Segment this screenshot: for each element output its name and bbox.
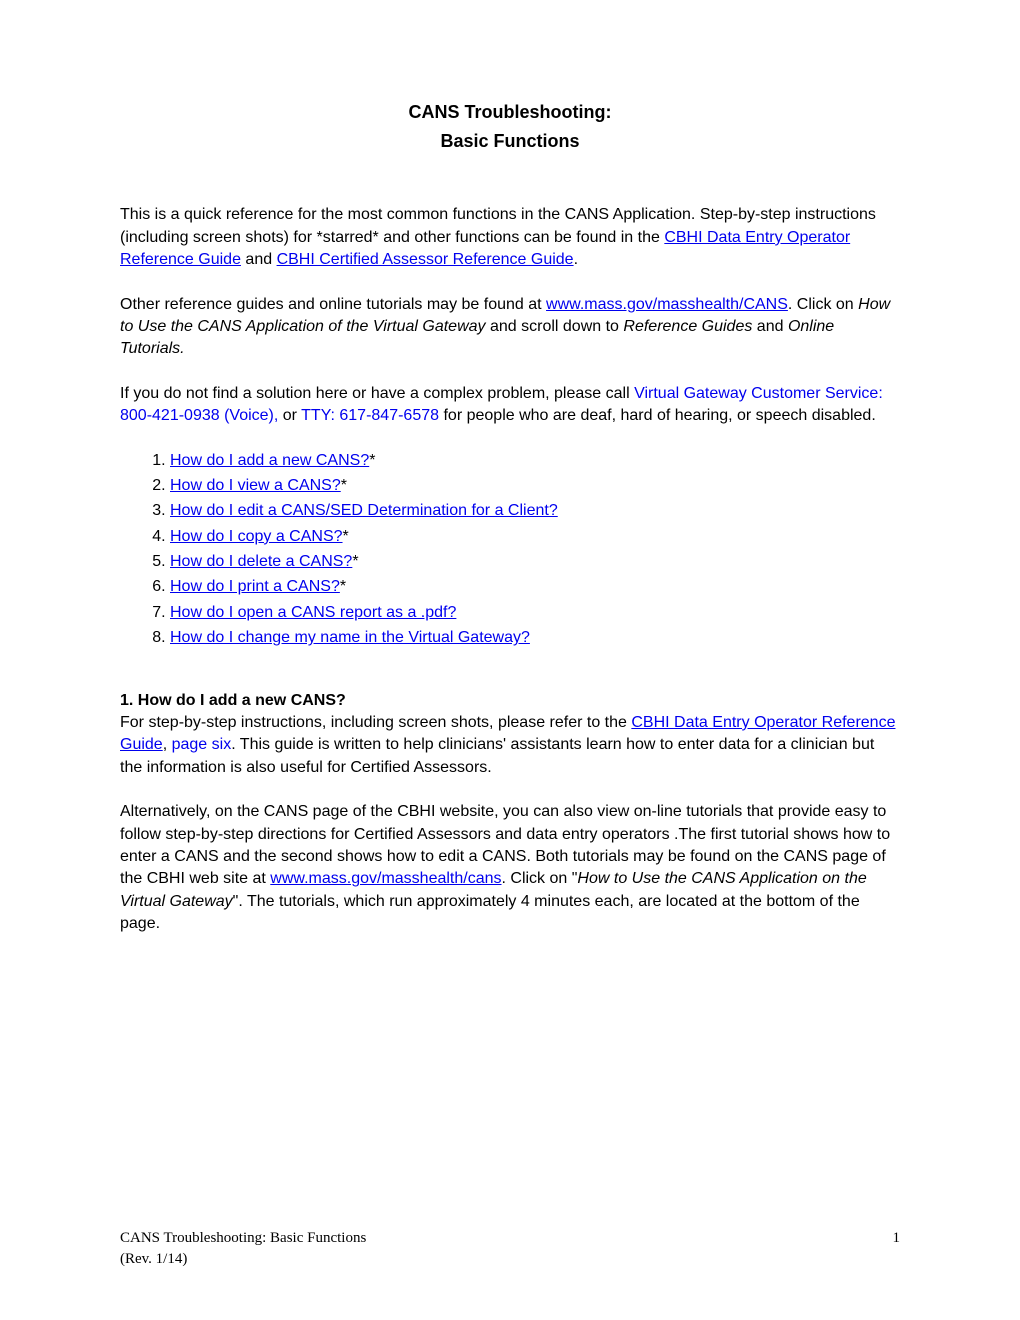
section-text: . Click on " bbox=[502, 870, 578, 887]
tty-phone: TTY: 617-847-6578 bbox=[301, 407, 439, 424]
toc-item: How do I print a CANS?* bbox=[170, 576, 900, 598]
document-title-line2: Basic Functions bbox=[120, 129, 900, 154]
toc-suffix: * bbox=[341, 477, 347, 494]
toc-item: How do I add a new CANS?* bbox=[170, 450, 900, 472]
intro-text: and scroll down to bbox=[486, 318, 624, 335]
table-of-contents: How do I add a new CANS?* How do I view … bbox=[150, 450, 900, 650]
toc-link-edit-cans-sed[interactable]: How do I edit a CANS/SED Determination f… bbox=[170, 502, 558, 519]
document-page: CANS Troubleshooting: Basic Functions Th… bbox=[0, 0, 1020, 1320]
toc-suffix: * bbox=[352, 553, 358, 570]
toc-suffix: * bbox=[369, 452, 375, 469]
toc-link-delete-cans[interactable]: How do I delete a CANS? bbox=[170, 553, 352, 570]
section-text: . This guide is written to help clinicia… bbox=[120, 736, 874, 775]
toc-link-add-cans[interactable]: How do I add a new CANS? bbox=[170, 452, 369, 469]
toc-item: How do I edit a CANS/SED Determination f… bbox=[170, 500, 900, 522]
section-text: , bbox=[163, 736, 172, 753]
intro-text: If you do not find a solution here or ha… bbox=[120, 385, 634, 402]
toc-link-view-cans[interactable]: How do I view a CANS? bbox=[170, 477, 341, 494]
section-1-heading: 1. How do I add a new CANS? bbox=[120, 690, 900, 712]
footer-left: CANS Troubleshooting: Basic Functions (R… bbox=[120, 1228, 870, 1270]
toc-link-copy-cans[interactable]: How do I copy a CANS? bbox=[170, 528, 343, 545]
intro-text: . bbox=[574, 251, 578, 268]
cbhi-certified-assessor-guide-link[interactable]: CBHI Certified Assessor Reference Guide bbox=[277, 251, 574, 268]
toc-item: How do I view a CANS?* bbox=[170, 475, 900, 497]
toc-item: How do I open a CANS report as a .pdf? bbox=[170, 602, 900, 624]
intro-text: . Click on bbox=[788, 296, 858, 313]
intro-paragraph-1: This is a quick reference for the most c… bbox=[120, 204, 900, 271]
toc-item: How do I change my name in the Virtual G… bbox=[170, 627, 900, 649]
section-text: For step-by-step instructions, including… bbox=[120, 714, 631, 731]
page-footer: CANS Troubleshooting: Basic Functions (R… bbox=[120, 1228, 900, 1270]
intro-paragraph-3: If you do not find a solution here or ha… bbox=[120, 383, 900, 428]
section-1-paragraph-1: For step-by-step instructions, including… bbox=[120, 712, 900, 779]
intro-paragraph-2: Other reference guides and online tutori… bbox=[120, 294, 900, 361]
section-1-paragraph-2: Alternatively, on the CANS page of the C… bbox=[120, 801, 900, 935]
intro-text: and bbox=[241, 251, 277, 268]
intro-text: for people who are deaf, hard of hearing… bbox=[439, 407, 876, 424]
page-reference: page six bbox=[172, 736, 232, 753]
footer-page-number: 1 bbox=[870, 1228, 900, 1270]
toc-link-open-pdf[interactable]: How do I open a CANS report as a .pdf? bbox=[170, 604, 456, 621]
document-title-line1: CANS Troubleshooting: bbox=[120, 100, 900, 125]
toc-item: How do I delete a CANS?* bbox=[170, 551, 900, 573]
intro-text: Other reference guides and online tutori… bbox=[120, 296, 546, 313]
intro-text: and bbox=[752, 318, 788, 335]
footer-revision: (Rev. 1/14) bbox=[120, 1249, 870, 1270]
mass-gov-cans-link-2[interactable]: www.mass.gov/masshealth/cans bbox=[270, 870, 501, 887]
footer-doc-title: CANS Troubleshooting: Basic Functions bbox=[120, 1228, 870, 1249]
toc-link-change-name[interactable]: How do I change my name in the Virtual G… bbox=[170, 629, 530, 646]
toc-link-print-cans[interactable]: How do I print a CANS? bbox=[170, 578, 340, 595]
mass-gov-cans-link[interactable]: www.mass.gov/masshealth/CANS bbox=[546, 296, 788, 313]
toc-suffix: * bbox=[340, 578, 346, 595]
italic-text: Reference Guides bbox=[623, 318, 752, 335]
toc-suffix: * bbox=[343, 528, 349, 545]
toc-item: How do I copy a CANS?* bbox=[170, 526, 900, 548]
intro-text: or bbox=[278, 407, 301, 424]
